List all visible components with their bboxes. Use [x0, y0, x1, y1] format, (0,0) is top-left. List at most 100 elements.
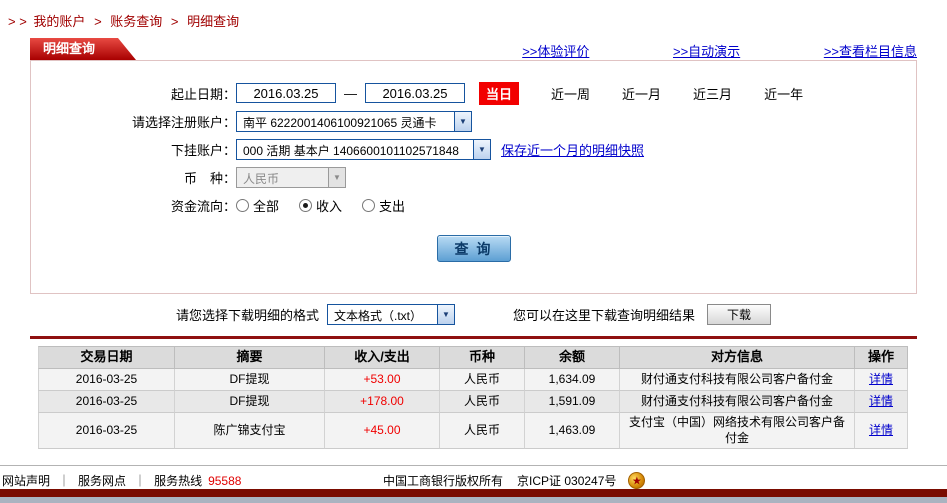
date-range-label: 起止日期： [170, 86, 236, 102]
quick-range-month-link[interactable]: 近一月 [622, 84, 661, 103]
breadcrumb: > > 我的账户 > 账务查询 > 明细查询 [8, 11, 242, 30]
cell-date: 2016-03-25 [38, 391, 175, 413]
header-balance: 余额 [525, 346, 620, 369]
quick-range-week-link[interactable]: 近一周 [551, 84, 590, 103]
link-experience-rating[interactable]: >>体验评价 [522, 44, 589, 59]
table-row: 2016-03-25 陈广锦支付宝 +45.00 人民币 1,463.09 支付… [38, 413, 908, 450]
footer-separator: ｜ [134, 474, 147, 488]
link-auto-demo[interactable]: >>自动演示 [673, 44, 740, 59]
cell-summary: DF提现 [175, 369, 325, 391]
download-format-value: 文本格式（.txt） [334, 309, 423, 323]
sub-account-label: 下挂账户： [170, 142, 236, 158]
registered-account-value: 南平 6222001406100921065 灵通卡 [243, 115, 437, 130]
header-amount: 收入/支出 [325, 346, 440, 369]
footer-center: 中国工商银行版权所有 京ICP证 030247号 ★ [383, 472, 646, 489]
radio-icon [362, 198, 376, 212]
flow-option-label: 支出 [379, 198, 406, 214]
flow-radio-expense[interactable]: 支出 [362, 196, 405, 215]
registered-account-row: 请选择注册账户： 南平 6222001406100921065 灵通卡 ▼ [31, 107, 916, 135]
query-form-panel: 起止日期： — 当日 近一周 近一月 近三月 近一年 请选择注册账户： 南平 6… [30, 60, 917, 294]
header-action: 操作 [855, 346, 908, 369]
cell-balance: 1,634.09 [525, 369, 620, 391]
quick-range-year-link[interactable]: 近一年 [764, 84, 803, 103]
save-monthly-snapshot-link[interactable]: 保存近一个月的明细快照 [501, 140, 644, 159]
download-format-label: 请您选择下载明细的格式 [175, 308, 319, 323]
flow-radio-all[interactable]: 全部 [236, 196, 279, 215]
breadcrumb-separator: > [170, 14, 179, 29]
radio-icon [236, 198, 249, 212]
service-outlets-link[interactable]: 服务网点 [78, 472, 126, 489]
cell-amount: +53.00 [325, 369, 440, 391]
page: > > 我的账户 > 账务查询 > 明细查询 明细查询 >>体验评价 >>自动演… [0, 0, 947, 503]
transactions-table: 交易日期 摘要 收入/支出 币种 余额 对方信息 操作 2016-03-25 D… [38, 346, 908, 450]
dropdown-arrow-icon: ▼ [437, 305, 454, 324]
cell-counterparty: 支付宝（中国）网络技术有限公司客户备付金 [620, 413, 855, 450]
breadcrumb-link-detail-query[interactable]: 明细查询 [187, 14, 239, 29]
cell-counterparty: 财付通支付科技有限公司客户备付金 [620, 369, 855, 391]
hotline-number: 95588 [208, 473, 242, 488]
sub-account-row: 下挂账户： 000 活期 基本户 1406600101102571848 ▼ 保… [31, 135, 916, 163]
detail-link[interactable]: 详情 [869, 372, 893, 388]
table-row: 2016-03-25 DF提现 +53.00 人民币 1,634.09 财付通支… [38, 369, 908, 391]
footer-separator: ｜ [58, 474, 71, 488]
header-date: 交易日期 [38, 346, 175, 369]
link-view-column-info[interactable]: >>查看栏目信息 [824, 44, 917, 59]
panel-header-links: >>体验评价 >>自动演示 >>查看栏目信息 [522, 41, 917, 60]
cell-balance: 1,591.09 [525, 391, 620, 413]
fund-flow-label: 资金流向： [170, 198, 236, 214]
section-divider [30, 336, 917, 339]
cell-currency: 人民币 [440, 369, 525, 391]
dropdown-arrow-icon: ▼ [473, 139, 490, 159]
footer-bottom-strip [0, 497, 947, 503]
hotline-label: 服务热线 [154, 474, 203, 488]
dropdown-arrow-icon: ▼ [454, 111, 471, 131]
query-button[interactable]: 查 询 [436, 235, 511, 262]
cell-summary: 陈广锦支付宝 [175, 413, 325, 450]
cell-action: 详情 [855, 413, 908, 450]
sub-account-select[interactable]: 000 活期 基本户 1406600101102571848 ▼ [236, 138, 491, 160]
table-header-row: 交易日期 摘要 收入/支出 币种 余额 对方信息 操作 [38, 346, 908, 369]
detail-link[interactable]: 详情 [869, 394, 893, 410]
cell-action: 详情 [855, 369, 908, 391]
cell-counterparty: 财付通支付科技有限公司客户备付金 [620, 391, 855, 413]
cell-action: 详情 [855, 391, 908, 413]
download-row: 请您选择下载明细的格式 文本格式（.txt） ▼ 您可以在这里下载查询明细结果 … [0, 304, 947, 325]
date-to-input[interactable] [365, 83, 465, 103]
dropdown-arrow-icon: ▼ [328, 167, 345, 187]
security-badge-icon: ★ [628, 472, 646, 489]
fund-flow-row: 资金流向： 全部 收入 支出 [31, 191, 916, 219]
cell-currency: 人民币 [440, 413, 525, 450]
sub-account-value: 000 活期 基本户 1406600101102571848 [243, 143, 459, 158]
currency-row: 币 种： 人民币 ▼ [31, 163, 916, 191]
cell-date: 2016-03-25 [38, 413, 175, 450]
registered-account-select[interactable]: 南平 6222001406100921065 灵通卡 ▼ [236, 110, 472, 132]
date-dash: — [344, 85, 357, 101]
quick-range-today-button[interactable]: 当日 [479, 81, 520, 105]
download-hint: 您可以在这里下载查询明细结果 [513, 308, 696, 323]
download-format-select[interactable]: 文本格式（.txt） ▼ [327, 304, 455, 325]
footer-divider [0, 465, 947, 466]
quick-range-quarter-link[interactable]: 近三月 [693, 84, 732, 103]
flow-option-label: 收入 [316, 198, 343, 214]
detail-link[interactable]: 详情 [869, 423, 893, 439]
currency-value: 人民币 [243, 171, 280, 186]
cell-date: 2016-03-25 [38, 369, 175, 391]
registered-account-label: 请选择注册账户： [131, 114, 236, 130]
flow-option-label: 全部 [253, 198, 280, 214]
date-range-row: 起止日期： — 当日 近一周 近一月 近三月 近一年 [31, 79, 916, 107]
site-statement-link[interactable]: 网站声明 [2, 472, 50, 489]
header-counterparty: 对方信息 [620, 346, 855, 369]
header-currency: 币种 [440, 346, 525, 369]
currency-select-disabled: 人民币 ▼ [236, 166, 346, 188]
header-summary: 摘要 [175, 346, 325, 369]
cell-amount: +178.00 [325, 391, 440, 413]
table-row: 2016-03-25 DF提现 +178.00 人民币 1,591.09 财付通… [38, 391, 908, 413]
breadcrumb-link-my-account[interactable]: 我的账户 [33, 14, 85, 29]
date-from-input[interactable] [236, 83, 336, 103]
breadcrumb-separator: > [94, 14, 102, 29]
panel-header: 明细查询 >>体验评价 >>自动演示 >>查看栏目信息 [30, 38, 917, 60]
download-button[interactable]: 下载 [707, 304, 772, 325]
flow-radio-income[interactable]: 收入 [299, 196, 342, 215]
breadcrumb-link-account-query[interactable]: 账务查询 [110, 14, 162, 29]
copyright-text: 中国工商银行版权所有 [383, 474, 504, 488]
